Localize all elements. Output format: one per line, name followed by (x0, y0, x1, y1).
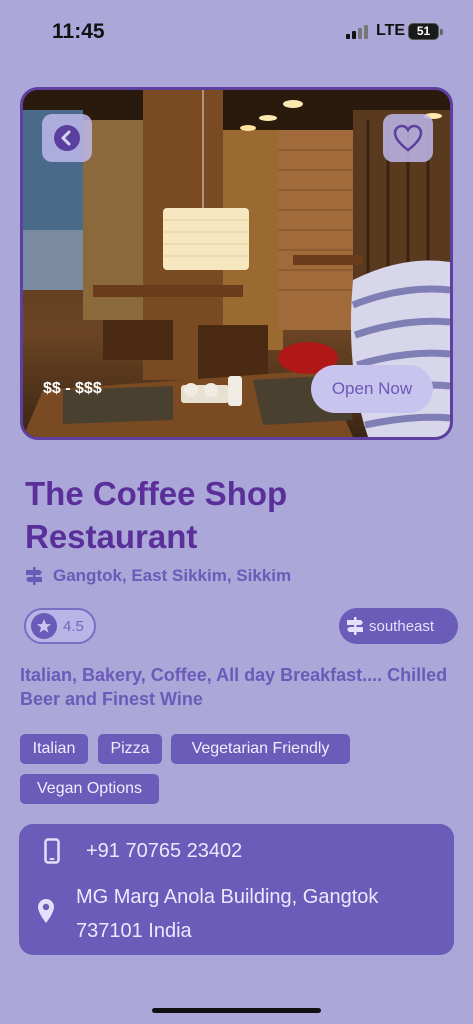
signal-icon (346, 25, 370, 39)
restaurant-name: The Coffee Shop Restaurant (25, 475, 288, 555)
status-bar: 11:45 LTE 51 (0, 0, 473, 64)
rating-value: 4.5 (63, 617, 84, 635)
heart-icon (393, 124, 423, 152)
back-button[interactable] (42, 114, 92, 162)
tag-vegan-options: Vegan Options (20, 774, 159, 804)
rating-badge: 4.5 (24, 608, 96, 644)
tag-vegetarian-friendly: Vegetarian Friendly (171, 734, 350, 764)
network-label: LTE (376, 22, 406, 39)
restaurant-location: Gangtok, East Sikkim, Sikkim (25, 566, 291, 586)
phone-number[interactable]: +91 70765 23402 (86, 840, 242, 863)
battery-tip (440, 29, 443, 35)
favorite-button[interactable] (383, 114, 433, 162)
location-text: Gangtok, East Sikkim, Sikkim (53, 566, 292, 585)
restaurant-photo: $$ - $$$ Open Now (20, 87, 453, 440)
phone-icon (44, 838, 60, 864)
cuisine-description: Italian, Bakery, Coffee, All day Breakfa… (20, 665, 448, 709)
map-pin-icon (38, 899, 54, 923)
price-range: $$ - $$$ (43, 380, 102, 397)
chevron-left-icon (54, 125, 80, 151)
signpost-icon (26, 567, 42, 585)
tag-italian: Italian (20, 734, 88, 764)
contact-card: +91 70765 23402 MG Marg Anola Building, … (19, 824, 454, 955)
home-indicator[interactable] (152, 1008, 321, 1013)
address-text[interactable]: MG Marg Anola Building, Gangtok 737101 I… (76, 880, 436, 948)
open-status-badge: Open Now (311, 365, 433, 413)
phone-row[interactable]: +91 70765 23402 (44, 838, 242, 864)
direction-text: southeast (369, 617, 435, 635)
direction-badge: southeast (339, 608, 458, 644)
status-time: 11:45 (52, 20, 105, 43)
signpost-icon (347, 617, 363, 635)
battery-icon: 51 (408, 23, 439, 40)
star-icon (31, 613, 57, 639)
tag-pizza: Pizza (98, 734, 162, 764)
